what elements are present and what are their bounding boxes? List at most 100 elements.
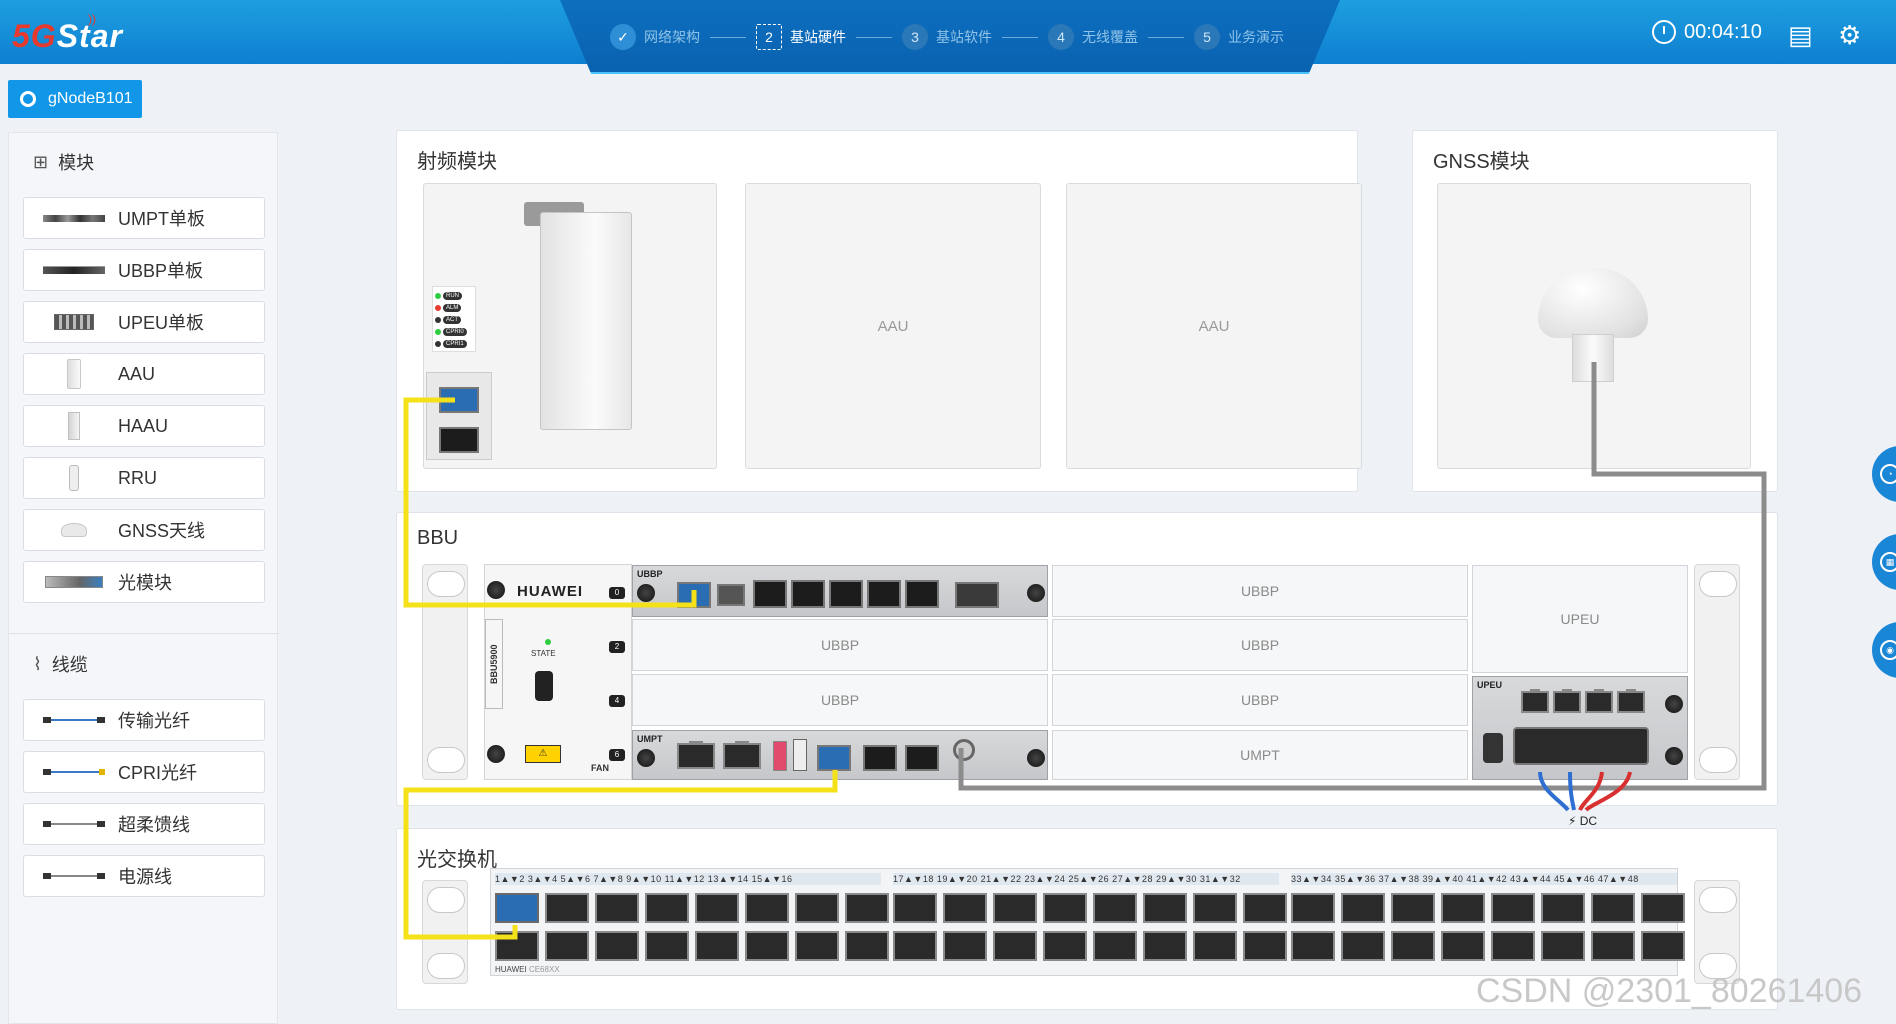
step-station-hardware[interactable]: 2 基站硬件 (756, 24, 846, 50)
switch-port[interactable] (795, 931, 839, 961)
switch-port[interactable] (943, 893, 987, 923)
switch-port[interactable] (645, 931, 689, 961)
ubbp-board-slot0[interactable]: UBBP (632, 565, 1048, 617)
switch-port[interactable] (1591, 931, 1635, 961)
module-optical[interactable]: 光模块 (23, 561, 265, 603)
bbu-slot-5[interactable]: UBBP (1052, 674, 1468, 726)
switch-port[interactable] (795, 893, 839, 923)
gnss-port[interactable] (953, 739, 975, 761)
upeu-handle[interactable] (1483, 733, 1503, 763)
aau-cpri-port-1[interactable] (439, 427, 479, 453)
mon0-port[interactable] (1585, 689, 1613, 713)
ubbp-cpri-port-4[interactable] (867, 580, 901, 608)
switch-port[interactable] (545, 931, 589, 961)
switch-port[interactable] (1143, 931, 1187, 961)
ubbp-cpri-port-1[interactable] (753, 580, 787, 608)
cable-transmission-fiber[interactable]: 传输光纤 (23, 699, 265, 741)
module-gnss-antenna[interactable]: GNSS天线 (23, 509, 265, 551)
switch-port[interactable] (1291, 893, 1335, 923)
gnss-slot-installed[interactable] (1437, 183, 1751, 469)
ubbp-cpri-port-2[interactable] (791, 580, 825, 608)
switch-port[interactable] (495, 893, 539, 923)
switch-port[interactable] (1243, 893, 1287, 923)
switch-port[interactable] (1441, 931, 1485, 961)
bbu-slot-3[interactable]: UBBP (1052, 619, 1468, 671)
switch-port[interactable] (745, 893, 789, 923)
ext-alm1-port[interactable] (1553, 689, 1581, 713)
switch-port[interactable] (1093, 893, 1137, 923)
aau-cpri-port-0[interactable] (439, 387, 479, 413)
ubbp-hei-port[interactable] (717, 584, 745, 606)
switch-port[interactable] (1341, 893, 1385, 923)
ubbp-qsfp-port[interactable] (955, 582, 999, 608)
node-tab[interactable]: gNodeB101 (8, 80, 142, 118)
module-upeu[interactable]: UPEU单板 (23, 301, 265, 343)
switch-port[interactable] (993, 931, 1037, 961)
step-station-software[interactable]: 3 基站软件 (902, 24, 992, 50)
floating-tool-3[interactable]: ◉ (1872, 622, 1896, 678)
cable-feeder[interactable]: 超柔馈线 (23, 803, 265, 845)
switch-port[interactable] (1641, 931, 1685, 961)
switch-port[interactable] (495, 931, 539, 961)
module-rru[interactable]: RRU (23, 457, 265, 499)
rf-slot-aau-empty-2[interactable]: AAU (1066, 183, 1362, 469)
switch-port[interactable] (893, 931, 937, 961)
fe-ge0-port[interactable] (677, 741, 715, 769)
switch-port[interactable] (1243, 931, 1287, 961)
switch-port[interactable] (595, 893, 639, 923)
bbu-slot-19[interactable]: UPEU (1472, 565, 1688, 673)
switch-port[interactable] (1043, 893, 1087, 923)
switch-port[interactable] (943, 931, 987, 961)
step-wireless-coverage[interactable]: 4 无线覆盖 (1048, 24, 1138, 50)
step-network-arch[interactable]: ✓ 网络架构 (610, 24, 700, 50)
switch-port[interactable] (695, 931, 739, 961)
switch-port[interactable] (1291, 931, 1335, 961)
switch-port[interactable] (745, 931, 789, 961)
switch-port[interactable] (893, 893, 937, 923)
switch-port[interactable] (993, 893, 1037, 923)
upeu-board-slot18[interactable]: UPEU (1472, 676, 1688, 780)
bbu-slot-4[interactable]: UBBP (632, 674, 1048, 726)
switch-port[interactable] (1193, 931, 1237, 961)
fe-ge1-port[interactable] (723, 741, 761, 769)
switch-port[interactable] (1491, 893, 1535, 923)
cable-power[interactable]: 电源线 (23, 855, 265, 897)
dc-input-connector[interactable] (1513, 727, 1649, 765)
bbu-slot-2[interactable]: UBBP (632, 619, 1048, 671)
ubbp-cpri-port-0[interactable] (677, 582, 711, 608)
switch-port[interactable] (1341, 931, 1385, 961)
switch-port[interactable] (1093, 931, 1137, 961)
module-haau[interactable]: HAAU (23, 405, 265, 447)
switch-port[interactable] (1391, 893, 1435, 923)
ext-alm0-port[interactable] (1521, 689, 1549, 713)
switch-port[interactable] (1043, 931, 1087, 961)
switch-port[interactable] (1193, 893, 1237, 923)
ubbp-cpri-port-3[interactable] (829, 580, 863, 608)
floating-tool-1[interactable]: ◔ (1872, 446, 1896, 502)
rf-slot-aau-installed[interactable]: RUN ALM ACT CPRI0 CPRI1 (423, 183, 717, 469)
umpt-port-2[interactable] (905, 745, 939, 771)
umpt-port-1[interactable] (863, 745, 897, 771)
module-aau[interactable]: AAU (23, 353, 265, 395)
switch-port[interactable] (845, 931, 889, 961)
bbu-slot-1[interactable]: UBBP (1052, 565, 1468, 617)
usb-port[interactable] (773, 741, 787, 771)
switch-port[interactable] (1491, 931, 1535, 961)
switch-port[interactable] (1541, 931, 1585, 961)
mon1-port[interactable] (1617, 689, 1645, 713)
switch-port[interactable] (845, 893, 889, 923)
cable-cpri-fiber[interactable]: CPRI光纤 (23, 751, 265, 793)
report-icon[interactable]: ▤ (1788, 22, 1813, 48)
switch-port[interactable] (595, 931, 639, 961)
umpt-board-slot6[interactable]: UMPT (632, 730, 1048, 780)
fan-handle[interactable] (535, 671, 553, 701)
switch-port[interactable] (1143, 893, 1187, 923)
switch-port[interactable] (645, 893, 689, 923)
switch-port[interactable] (1441, 893, 1485, 923)
module-umpt[interactable]: UMPT单板 (23, 197, 265, 239)
step-service-demo[interactable]: 5 业务演示 (1194, 24, 1284, 50)
ubbp-cpri-port-5[interactable] (905, 580, 939, 608)
switch-port[interactable] (1591, 893, 1635, 923)
switch-port[interactable] (1391, 931, 1435, 961)
switch-port[interactable] (545, 893, 589, 923)
